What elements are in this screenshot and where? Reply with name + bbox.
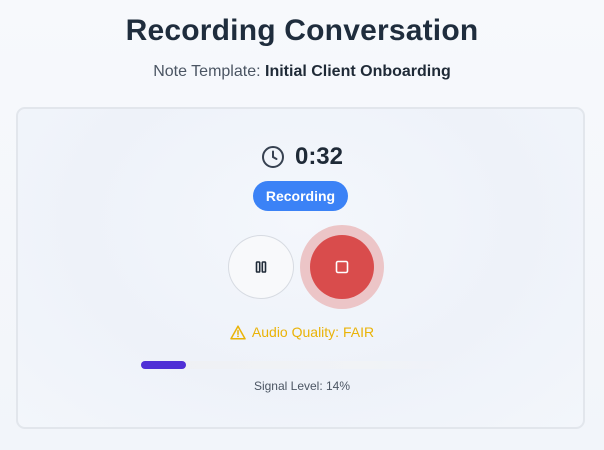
elapsed-time: 0:32 <box>294 143 344 170</box>
recording-screen: Recording Conversation Note Template: In… <box>0 0 604 450</box>
recording-timer: 0:32 <box>0 143 604 171</box>
note-template-label: Note Template: <box>153 63 261 80</box>
status-badge: Recording <box>253 181 348 211</box>
pause-button[interactable] <box>228 235 294 299</box>
audio-quality-warning: Audio Quality: FAIR <box>0 324 604 340</box>
signal-level-text: Signal Level: 14% <box>253 379 351 393</box>
note-template-name: Initial Client Onboarding <box>265 63 451 80</box>
pause-icon <box>255 261 267 273</box>
clock-icon <box>261 146 284 168</box>
page-title: Recording Conversation <box>125 14 479 47</box>
signal-level-bar <box>141 361 461 369</box>
stop-icon <box>335 260 349 274</box>
signal-level-fill <box>141 361 186 369</box>
warning-icon <box>230 324 246 340</box>
note-template-line: Note Template: Initial Client Onboarding <box>0 63 604 81</box>
stop-button[interactable] <box>310 235 374 299</box>
audio-quality-text: Audio Quality: FAIR <box>251 324 375 340</box>
